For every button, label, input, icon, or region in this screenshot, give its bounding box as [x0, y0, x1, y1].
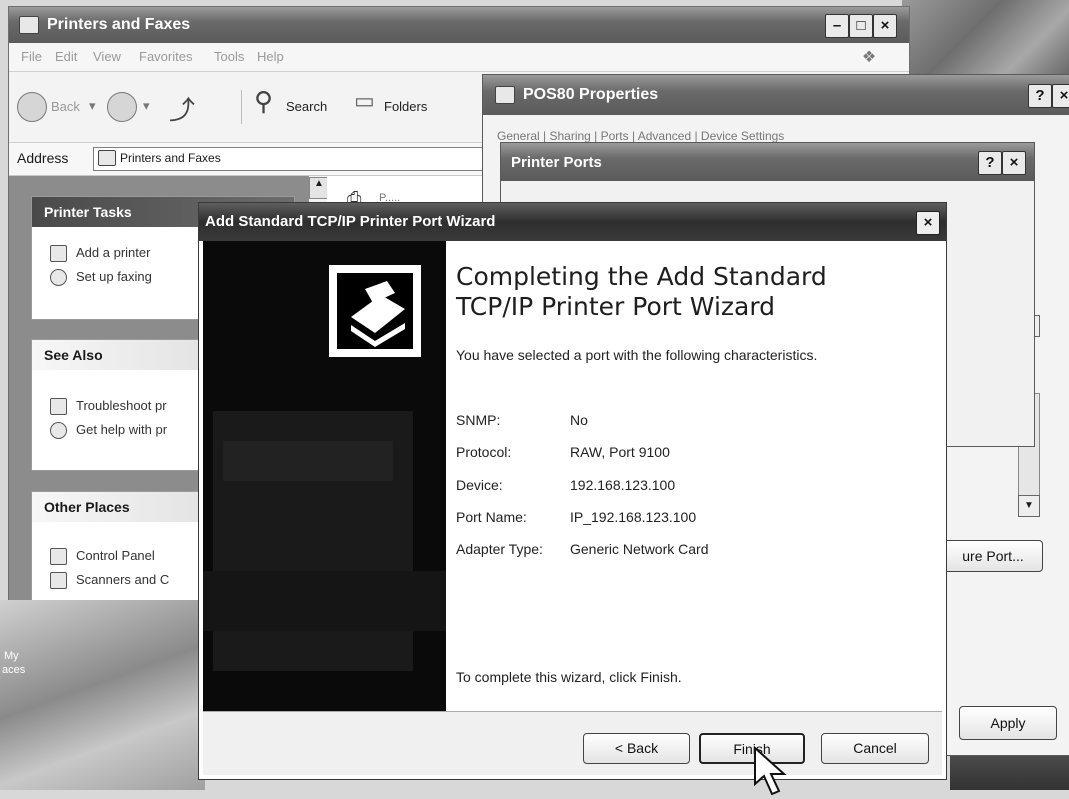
- wallpaper-top: [902, 0, 1069, 85]
- wizard-title: Add Standard TCP/IP Printer Port Wizard: [205, 213, 496, 230]
- wizard-content: Completing the Add Standard TCP/IP Print…: [446, 241, 942, 711]
- configure-port-button[interactable]: ure Port...: [943, 540, 1043, 572]
- ports-title: Printer Ports: [511, 154, 602, 171]
- close-button[interactable]: ×: [916, 211, 940, 235]
- menu-tools[interactable]: Tools: [214, 49, 244, 64]
- explorer-title-bar[interactable]: Printers and Faxes – □ ×: [9, 7, 909, 43]
- address-field[interactable]: Printers and Faxes: [93, 147, 485, 171]
- apply-button[interactable]: Apply: [959, 706, 1057, 740]
- back-arrow-icon[interactable]: [17, 92, 47, 122]
- device-label: Device:: [456, 477, 503, 493]
- menu-bar: File Edit View Favorites Tools Help ❖: [9, 43, 909, 72]
- snmp-label: SNMP:: [456, 412, 501, 428]
- wizard-printer-icon: [329, 265, 421, 357]
- ports-title-bar[interactable]: Printer Ports ? ×: [501, 143, 1034, 181]
- close-button[interactable]: ×: [873, 14, 897, 38]
- forward-arrow-icon[interactable]: [107, 92, 137, 122]
- folders-icon[interactable]: ▭: [354, 88, 375, 114]
- port-name-value: IP_192.168.123.100: [570, 509, 697, 525]
- scanners-link[interactable]: Scanners and C: [76, 572, 169, 587]
- globe-help-icon: [50, 422, 67, 439]
- see-also-title: See Also: [44, 347, 103, 363]
- cancel-button[interactable]: Cancel: [821, 733, 929, 764]
- wizard-heading-line-2: TCP/IP Printer Port Wizard: [456, 292, 776, 321]
- device-value: 192.168.123.100: [570, 477, 676, 493]
- search-icon[interactable]: ⚲: [254, 86, 273, 117]
- menu-view[interactable]: View: [93, 49, 121, 64]
- wizard-title-bar[interactable]: Add Standard TCP/IP Printer Port Wizard …: [199, 203, 946, 241]
- back-button-label[interactable]: Back: [51, 99, 80, 114]
- up-folder-icon[interactable]: ⤴: [169, 90, 195, 127]
- add-printer-icon: [50, 245, 67, 262]
- protocol-label: Protocol:: [456, 444, 512, 460]
- snmp-value: No: [570, 412, 588, 428]
- adapter-type-label: Adapter Type:: [456, 541, 543, 557]
- menu-favorites[interactable]: Favorites: [139, 49, 192, 64]
- setup-faxing-link[interactable]: Set up faxing: [76, 269, 152, 284]
- mouse-cursor-icon: [754, 746, 787, 796]
- protocol-value: RAW, Port 9100: [570, 444, 670, 460]
- control-panel-icon: [50, 548, 67, 565]
- close-button[interactable]: ×: [1052, 84, 1069, 108]
- printer-icon: [495, 86, 515, 104]
- wizard-intro-text: You have selected a port with the follow…: [456, 347, 818, 363]
- wizard-heading: Completing the Add Standard TCP/IP Print…: [456, 262, 936, 322]
- search-button-label[interactable]: Search: [286, 99, 327, 114]
- back-dropdown-icon[interactable]: ▾: [89, 98, 96, 114]
- wizard-side-banner: [203, 241, 446, 711]
- tcpip-port-wizard: Add Standard TCP/IP Printer Port Wizard …: [198, 202, 947, 780]
- scanner-icon: [50, 572, 67, 589]
- wallpaper-bottom: My aces: [0, 600, 205, 790]
- folders-button-label[interactable]: Folders: [384, 99, 427, 114]
- maximize-button[interactable]: □: [849, 14, 873, 38]
- back-button[interactable]: < Back: [583, 733, 690, 764]
- toolbar-separator: [241, 90, 242, 124]
- menu-file[interactable]: File: [21, 49, 42, 64]
- wizard-outro-text: To complete this wizard, click Finish.: [456, 669, 682, 685]
- menu-edit[interactable]: Edit: [55, 49, 77, 64]
- add-printer-link[interactable]: Add a printer: [76, 245, 150, 260]
- explorer-title: Printers and Faxes: [47, 16, 191, 33]
- help-question-icon: [50, 398, 67, 415]
- address-value: Printers and Faxes: [120, 151, 221, 165]
- help-button[interactable]: ?: [1028, 84, 1052, 108]
- desktop-icon-label[interactable]: My: [4, 650, 19, 662]
- adapter-type-value: Generic Network Card: [570, 541, 709, 557]
- desktop-icon-label-2[interactable]: aces: [2, 664, 25, 676]
- scroll-down-arrow-icon[interactable]: ▼: [1018, 495, 1040, 517]
- port-name-label: Port Name:: [456, 509, 527, 525]
- pos80-title: POS80 Properties: [523, 86, 659, 103]
- printers-folder-icon: [98, 150, 116, 166]
- printer-tasks-title: Printer Tasks: [44, 204, 132, 220]
- other-places-title: Other Places: [44, 499, 130, 515]
- wizard-footer: < Back Finish Cancel: [203, 712, 942, 775]
- pos80-title-bar[interactable]: POS80 Properties ? ×: [483, 75, 1069, 115]
- troubleshoot-link[interactable]: Troubleshoot pr: [76, 398, 167, 413]
- menu-help[interactable]: Help: [257, 49, 284, 64]
- forward-dropdown-icon[interactable]: ▾: [143, 98, 150, 114]
- printers-folder-icon: [19, 16, 39, 34]
- help-button[interactable]: ?: [978, 151, 1002, 175]
- close-button[interactable]: ×: [1002, 151, 1026, 175]
- fax-icon: [50, 269, 67, 286]
- windows-logo-icon: ❖: [861, 49, 877, 66]
- wizard-heading-line-1: Completing the Add Standard: [456, 262, 827, 291]
- get-help-link[interactable]: Get help with pr: [76, 422, 167, 437]
- address-label: Address: [17, 150, 69, 166]
- control-panel-link[interactable]: Control Panel: [76, 548, 155, 563]
- minimize-button[interactable]: –: [825, 14, 849, 38]
- scroll-up-arrow-icon[interactable]: ▲: [309, 177, 329, 199]
